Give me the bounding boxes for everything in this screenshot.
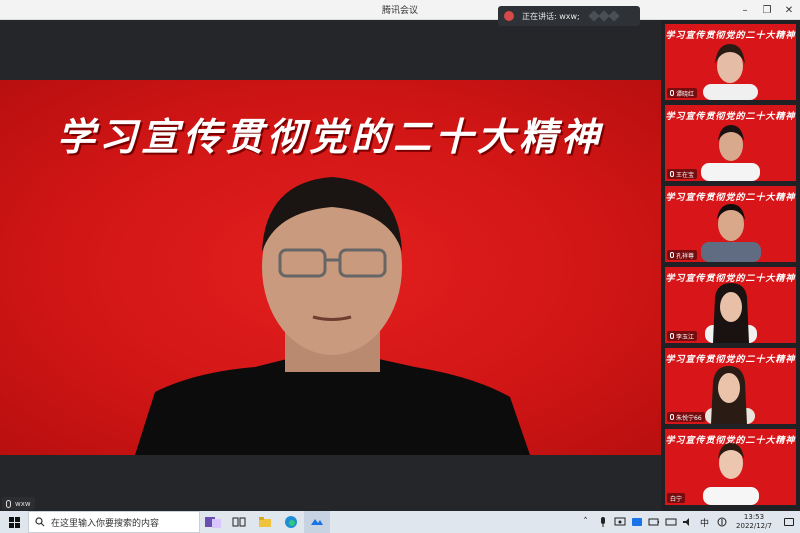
speaking-indicator[interactable]: 正在讲话: wxw;	[498, 6, 640, 26]
speaker-avatar-icon	[504, 11, 514, 21]
window-title: 腾讯会议	[381, 6, 418, 16]
participant-tile[interactable]: 学习宣传贯彻党的二十大精神 王在宝	[665, 105, 796, 181]
taskbar-clock[interactable]: 13:53 2022/12/7	[730, 513, 778, 531]
search-placeholder: 在这里输入你要搜索的内容	[51, 518, 160, 529]
clock-date: 2022/12/7	[736, 522, 772, 530]
participant-sidebar: 学习宣传贯彻党的二十大精神 谭晓红 学习宣传贯彻党的二十大精神 王在宝 学习宣传…	[661, 20, 800, 511]
start-button[interactable]	[0, 511, 28, 533]
close-button[interactable]: ✕	[778, 0, 800, 20]
main-video[interactable]: 学习宣传贯彻党的二十大精神	[0, 80, 661, 455]
battery-icon[interactable]	[645, 511, 662, 533]
system-tray: ˄ 中 13:53 2022/12/7	[577, 511, 800, 533]
screen-share-icon[interactable]	[611, 511, 628, 533]
windows-logo-icon	[8, 516, 20, 528]
minimize-button[interactable]: –	[734, 0, 756, 20]
speaker-figure	[135, 177, 530, 455]
speaking-label: 正在讲话: wxw;	[522, 11, 580, 21]
participant-name: 孔祥尊	[667, 250, 698, 260]
participant-tile[interactable]: 学习宣传贯彻党的二十大精神 朱悦宁66	[665, 348, 796, 424]
notification-icon	[784, 518, 794, 526]
taskbar-search-box[interactable]: 在这里输入你要搜索的内容	[28, 511, 200, 533]
participant-name: 白宁	[667, 493, 686, 503]
clock-time: 13:53	[743, 513, 765, 521]
edge-browser-icon[interactable]	[278, 511, 304, 533]
title-bar[interactable]: 腾讯会议 – ❐ ✕	[0, 0, 800, 20]
ime-indicator[interactable]: 中	[696, 511, 713, 533]
task-view-icon[interactable]	[226, 511, 252, 533]
search-icon	[35, 517, 45, 527]
meeting-tray-icon[interactable]	[628, 511, 645, 533]
news-widget-icon[interactable]	[200, 511, 226, 533]
volume-icon[interactable]	[679, 511, 696, 533]
show-hidden-icons-icon[interactable]: ˄	[577, 511, 594, 533]
microphone-icon	[6, 499, 11, 508]
notification-center-button[interactable]	[778, 511, 800, 533]
network-icon[interactable]	[662, 511, 679, 533]
participant-name: 谭晓红	[667, 88, 698, 98]
file-explorer-icon[interactable]	[252, 511, 278, 533]
tencent-meeting-icon[interactable]	[304, 511, 330, 533]
participant-name: 王在宝	[667, 169, 698, 179]
microphone-tray-icon[interactable]	[594, 511, 611, 533]
ime-mode-icon[interactable]	[713, 511, 730, 533]
participant-name: 朱悦宁66	[667, 412, 705, 422]
participant-tile[interactable]: 学习宣传贯彻党的二十大精神 白宁	[665, 429, 796, 505]
participant-tile[interactable]: 学习宣传贯彻党的二十大精神 李玉江	[665, 267, 796, 343]
participant-tile[interactable]: 学习宣传贯彻党的二十大精神 孔祥尊	[665, 186, 796, 262]
windows-taskbar: 在这里输入你要搜索的内容 ˄ 中 13:53 2022/12/7	[0, 511, 800, 533]
participant-tile[interactable]: 学习宣传贯彻党的二十大精神 谭晓红	[665, 24, 796, 100]
meeting-window: 腾讯会议 – ❐ ✕ 正在讲话: wxw; 学习宣传贯彻党的二十大精神 wxw	[0, 0, 800, 511]
participant-name: 李玉江	[667, 331, 698, 341]
main-video-banner: 学习宣传贯彻党的二十大精神	[56, 114, 603, 159]
expand-icon[interactable]	[588, 10, 620, 22]
speaker-name-label: wxw	[2, 497, 35, 510]
restore-button[interactable]: ❐	[756, 0, 778, 20]
